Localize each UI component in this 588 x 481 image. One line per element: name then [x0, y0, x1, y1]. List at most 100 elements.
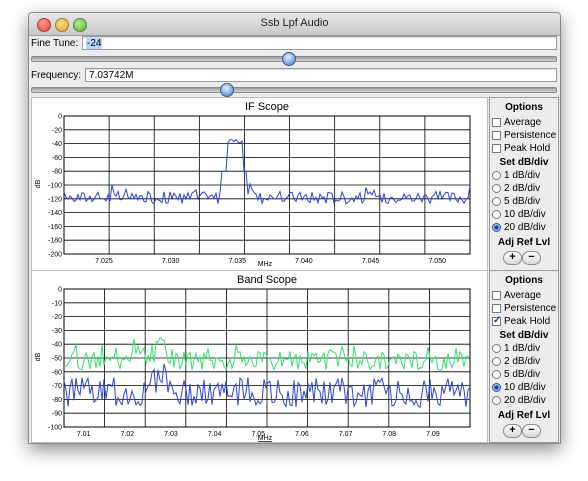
checkbox-label: Average — [504, 116, 542, 128]
if-radio-1db[interactable]: 1 dB/div — [492, 169, 540, 181]
if-persistence-checkbox[interactable]: Persistence — [492, 129, 556, 141]
band-radio-2db[interactable]: 2 dB/div — [492, 355, 540, 367]
band-x-tick-label: 7.07 — [339, 431, 353, 438]
band-radio-20db[interactable]: 20 dB/div — [492, 394, 546, 406]
band-y-tick-label: -60 — [52, 369, 62, 376]
band-radio-1db[interactable]: 1 dB/div — [492, 342, 540, 354]
radio-circle[interactable] — [492, 183, 501, 193]
if-radio-20db[interactable]: 20 dB/div — [492, 221, 546, 233]
radio-circle[interactable] — [492, 356, 501, 366]
band-db-div-title: Set dB/div — [499, 330, 549, 341]
radio-label: 5 dB/div — [504, 195, 541, 207]
if-peak-hold-checkbox[interactable]: Peak Hold — [492, 142, 550, 154]
if-y-tick-label: -100 — [48, 183, 62, 190]
frequency-value: 7.03742M — [89, 70, 134, 81]
window-title: Ssb Lpf Audio — [260, 17, 329, 29]
radio-circle[interactable] — [492, 395, 501, 405]
if-options-panel: Options Average Persistence Peak Hold Se… — [489, 97, 559, 271]
if-x-tick-label: 7.030 — [162, 258, 180, 265]
title-bar[interactable]: Ssb Lpf Audio — [29, 13, 560, 36]
radio-circle[interactable] — [492, 170, 501, 180]
if-adj-ref-title: Adj Ref Lvl — [497, 237, 551, 248]
radio-label: 10 dB/div — [504, 381, 546, 393]
checkbox-box[interactable] — [492, 290, 501, 300]
fine-tune-field[interactable]: -24 — [82, 36, 557, 50]
radio-circle[interactable] — [492, 222, 501, 232]
checkbox-box[interactable] — [492, 143, 501, 153]
radio-label: 20 dB/div — [504, 394, 546, 406]
frequency-slider[interactable] — [31, 87, 557, 93]
band-y-tick-label: -100 — [48, 425, 62, 432]
band-x-tick-label: 7.09 — [426, 431, 440, 438]
checkbox-box[interactable] — [492, 303, 501, 313]
band-radio-5db[interactable]: 5 dB/div — [492, 368, 540, 380]
radio-circle[interactable] — [492, 196, 501, 206]
band-y-tick-label: -40 — [52, 342, 62, 349]
if-x-tick-label: 7.045 — [362, 258, 380, 265]
band-y-tick-label: -50 — [52, 356, 62, 363]
band-x-tick-label: 7.03 — [164, 431, 178, 438]
if-radio-2db[interactable]: 2 dB/div — [492, 182, 540, 194]
if-scope-panel: IF Scope dB MHz 0 -20 -40 -60 -80 -100 -120 -14… — [31, 97, 488, 271]
checkbox-label: Persistence — [504, 302, 557, 314]
band-y-tick-label: -70 — [52, 383, 62, 390]
if-y-tick-label: -200 — [48, 252, 62, 259]
band-y-tick-label: -80 — [52, 397, 62, 404]
checkbox-label: Average — [504, 289, 542, 301]
if-y-tick-label: -40 — [52, 141, 62, 148]
radio-circle[interactable] — [492, 209, 501, 219]
fine-tune-value: -24 — [86, 38, 103, 49]
if-ref-minus-button[interactable]: − — [522, 251, 541, 265]
fine-tune-label: Fine Tune: — [31, 38, 79, 49]
band-adj-ref-title: Adj Ref Lvl — [497, 410, 551, 421]
if-ref-plus-button[interactable]: + — [503, 251, 522, 265]
checkbox-box[interactable] — [492, 117, 501, 127]
radio-label: 10 dB/div — [504, 208, 546, 220]
band-average-checkbox[interactable]: Average — [492, 289, 541, 301]
band-y-tick-label: 0 — [58, 287, 62, 294]
if-scope-ylabel: dB — [35, 179, 42, 188]
if-scope-xlabel: MHz — [258, 261, 273, 268]
if-average-checkbox[interactable]: Average — [492, 116, 541, 128]
checkbox-box[interactable] — [492, 315, 501, 326]
if-db-div-title: Set dB/div — [499, 157, 549, 168]
band-persistence-checkbox[interactable]: Persistence — [492, 302, 556, 314]
band-ref-minus-button[interactable]: − — [522, 424, 541, 438]
app-window: Ssb Lpf Audio Fine Tune: -24 Frequency: … — [28, 12, 561, 444]
band-x-tick-label: 7.05 — [251, 431, 265, 438]
if-y-tick-label: -20 — [52, 127, 62, 134]
band-y-tick-label: -20 — [52, 314, 62, 321]
if-y-tick-label: -180 — [48, 238, 62, 245]
band-x-tick-label: 7.08 — [382, 431, 396, 438]
if-radio-5db[interactable]: 5 dB/div — [492, 195, 540, 207]
checkbox-box[interactable] — [492, 130, 501, 140]
radio-label: 20 dB/div — [504, 221, 546, 233]
frequency-field[interactable]: 7.03742M — [85, 68, 557, 82]
band-y-tick-label: -30 — [52, 328, 62, 335]
band-x-tick-label: 7.06 — [295, 431, 309, 438]
if-y-tick-label: -60 — [52, 155, 62, 162]
band-y-tick-label: -90 — [52, 411, 62, 418]
checkbox-label: Persistence — [504, 129, 557, 141]
band-ref-plus-button[interactable]: + — [503, 424, 522, 438]
band-x-tick-label: 7.04 — [208, 431, 222, 438]
if-scope-chart: IF Scope dB MHz 0 -20 -40 -60 -80 -100 -120 -14… — [35, 101, 471, 268]
radio-circle[interactable] — [492, 343, 501, 353]
band-scope-chart: Band Scope dB MHz 0-10-20-30-40-50-60-70… — [35, 274, 471, 442]
band-y-tick-label: -10 — [52, 300, 62, 307]
frequency-label: Frequency: — [31, 70, 82, 81]
radio-circle[interactable] — [492, 369, 501, 379]
radio-circle[interactable] — [492, 382, 501, 392]
band-peak-hold-checkbox[interactable]: Peak Hold — [492, 315, 550, 327]
if-x-tick-label: 7.050 — [428, 258, 446, 265]
if-radio-10db[interactable]: 10 dB/div — [492, 208, 546, 220]
if-x-tick-label: 7.040 — [295, 258, 313, 265]
fine-tune-slider-knob[interactable] — [282, 52, 296, 66]
if-y-tick-label: -140 — [48, 210, 62, 217]
band-radio-10db[interactable]: 10 dB/div — [492, 381, 546, 393]
band-scope-title: Band Scope — [237, 274, 297, 286]
radio-label: 2 dB/div — [504, 182, 541, 194]
if-y-tick-label: 0 — [58, 114, 62, 121]
if-y-tick-label: -120 — [48, 196, 62, 203]
frequency-slider-knob[interactable] — [220, 83, 234, 97]
